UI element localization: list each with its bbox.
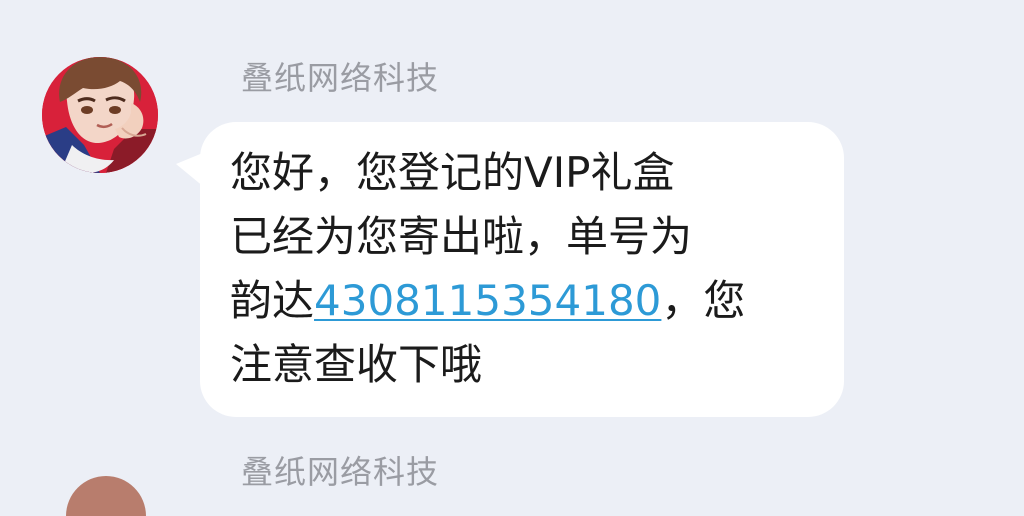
message-line-2: 已经为您寄出啦，单号为: [230, 212, 693, 261]
message-line-4: 注意查收下哦: [230, 340, 483, 389]
anime-character-avatar-icon: [42, 57, 158, 173]
message-body: 您好，您登记的VIP礼盒 已经为您寄出啦，单号为 韵达4308115354180…: [230, 141, 820, 397]
tracking-number-link[interactable]: 4308115354180: [314, 276, 661, 325]
courier-name: 韵达: [230, 276, 315, 325]
message-line-3: 韵达4308115354180，您: [230, 269, 820, 333]
message-line-1: 您好，您登记的VIP礼盒: [230, 148, 675, 197]
message-bubble[interactable]: 您好，您登记的VIP礼盒 已经为您寄出啦，单号为 韵达4308115354180…: [200, 122, 844, 417]
next-sender-name: 叠纸网络科技: [241, 453, 440, 491]
line-3-suffix: ，您: [661, 276, 746, 325]
next-sender-avatar[interactable]: [66, 476, 146, 516]
next-message-item: 叠纸网络科技: [0, 452, 1024, 516]
sender-name: 叠纸网络科技: [241, 59, 440, 97]
sender-avatar[interactable]: [42, 57, 158, 173]
message-item: 叠纸网络科技 您好，您登记的VIP礼盒 已经为您寄出啦，单号为 韵达430811…: [0, 0, 1024, 483]
